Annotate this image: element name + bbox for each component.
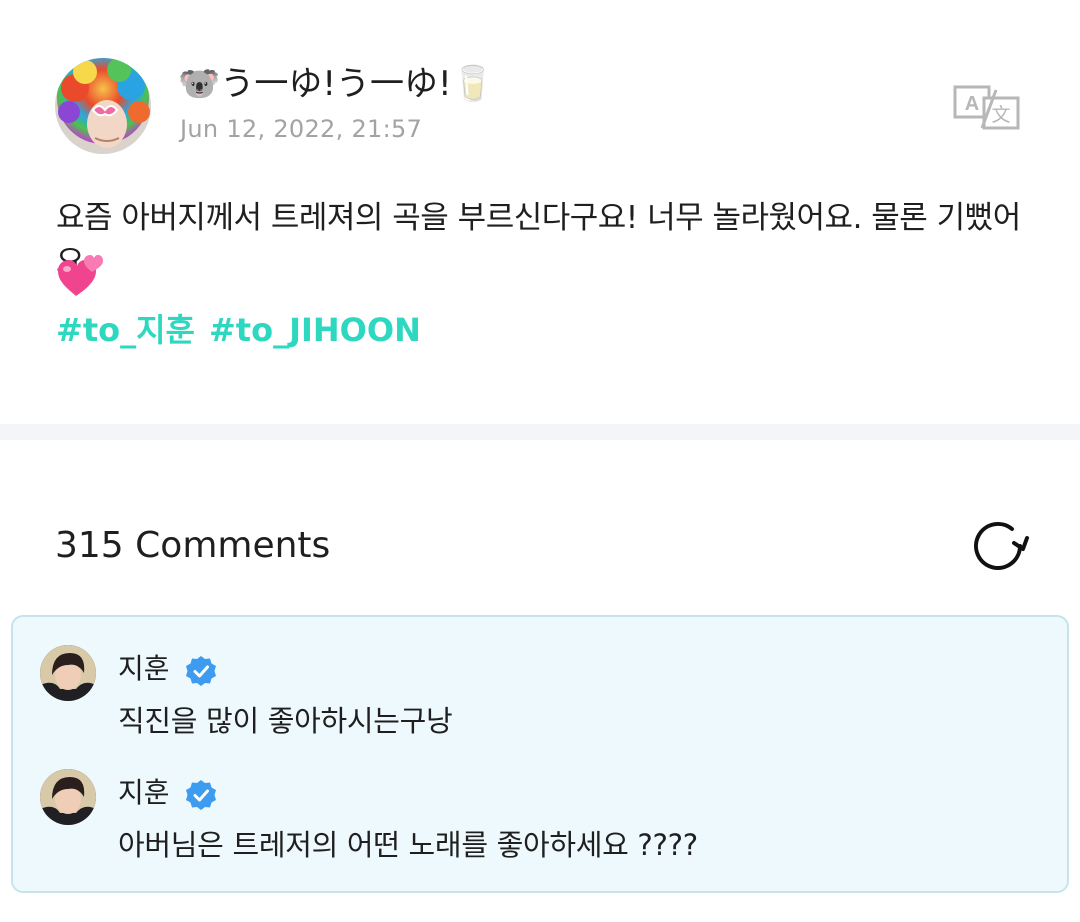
verified-badge-icon (185, 779, 217, 811)
comments-count: 315 Comments (55, 525, 331, 566)
creator-comments-box: 지훈 직진을 많이 좋아하시는구낭 지훈 아버님은 트레저의 어떤 노래를 좋아… (11, 615, 1069, 893)
hashtag-to-jihoon-korean[interactable]: #to_지훈 (56, 311, 195, 349)
comment-item[interactable]: 지훈 아버님은 트레저의 어떤 노래를 좋아하세요 ???? (13, 769, 1067, 879)
svg-text:A: A (965, 93, 979, 115)
verified-badge-icon (185, 655, 217, 687)
two-hearts-emoji (56, 252, 104, 298)
post-card: 🐨う一ゆ!う一ゆ!🥛 Jun 12, 2022, 21:57 A 文 요즘 아버… (0, 0, 1080, 424)
comment-text: 아버님은 트레저의 어떤 노래를 좋아하세요 ???? (118, 828, 698, 862)
author-name[interactable]: 🐨う一ゆ!う一ゆ!🥛 (178, 62, 494, 106)
commenter-avatar[interactable] (40, 769, 96, 825)
commenter-name[interactable]: 지훈 (118, 651, 170, 687)
post-date: Jun 12, 2022, 21:57 (180, 115, 423, 143)
hashtag-list: #to_지훈 #to_JIHOON (56, 308, 435, 352)
translate-icon[interactable]: A 文 (952, 84, 1022, 132)
section-divider (0, 424, 1080, 440)
commenter-name[interactable]: 지훈 (118, 775, 170, 811)
hashtag-to-jihoon[interactable]: #to_JIHOON (209, 311, 421, 349)
comment-text: 직진을 많이 좋아하시는구낭 (118, 704, 453, 738)
author-avatar[interactable] (55, 58, 151, 154)
refresh-icon[interactable] (970, 516, 1030, 576)
post-body: 요즘 아버지께서 트레져의 곡을 부르신다구요! 너무 놀라웠어요. 물론 기뻤… (56, 200, 1021, 280)
comments-header: 315 Comments (0, 440, 1080, 610)
comment-item[interactable]: 지훈 직진을 많이 좋아하시는구낭 (13, 645, 1067, 755)
svg-text:文: 文 (991, 104, 1010, 126)
commenter-avatar[interactable] (40, 645, 96, 701)
